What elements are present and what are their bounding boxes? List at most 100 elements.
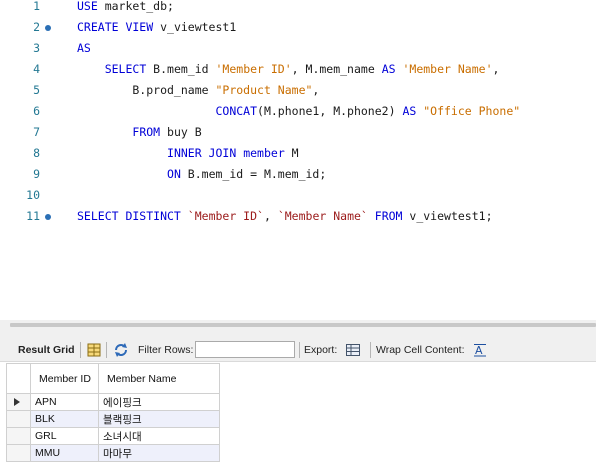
grid-view-icon[interactable] <box>86 342 102 358</box>
cell-member-id[interactable]: BLK <box>30 410 99 428</box>
table-row[interactable]: APN 에이핑크 <box>6 393 220 411</box>
code-token: SELECT <box>104 62 147 76</box>
row-selector[interactable] <box>6 410 31 428</box>
code-token: member <box>243 146 285 160</box>
code-line[interactable]: 4 SELECT B.mem_id 'Member ID', M.mem_nam… <box>0 59 596 80</box>
code-line[interactable]: 2 CREATE VIEW v_viewtest1 <box>0 17 596 38</box>
line-number: 11 <box>26 209 40 223</box>
code-token: , <box>492 62 500 76</box>
code-token: USE <box>77 0 98 13</box>
result-grid-tab[interactable]: Result Grid <box>18 338 75 362</box>
code-token: B.prod_name <box>77 83 216 97</box>
code-token: v_viewtest1; <box>402 209 493 223</box>
line-number: 10 <box>26 188 40 202</box>
cell-member-id[interactable]: GRL <box>30 427 99 445</box>
line-number: 4 <box>33 62 40 76</box>
result-toolbar: Result Grid Filter Rows: Export: Wrap Ce… <box>0 338 596 362</box>
cell-member-id[interactable]: MMU <box>30 444 99 462</box>
code-token: market_db; <box>97 0 174 13</box>
code-token: 'Member ID' <box>215 62 292 76</box>
horizontal-scrollbar[interactable] <box>10 323 596 327</box>
code-token: AS <box>381 62 396 76</box>
code-token: SELECT DISTINCT <box>77 209 181 223</box>
line-number: 1 <box>33 0 40 13</box>
code-line[interactable]: 7 FROM buy B <box>0 122 596 143</box>
code-line[interactable]: 1 USE market_db; <box>0 0 596 17</box>
table-row[interactable]: BLK 블랙핑크 <box>6 410 220 428</box>
line-number: 3 <box>33 41 40 55</box>
sql-editor[interactable]: 1 USE market_db; 2 CREATE VIEW v_viewtest1 3… <box>0 0 596 320</box>
svg-text:A: A <box>475 344 483 357</box>
cell-member-name[interactable]: 소녀시대 <box>98 427 220 445</box>
code-token: FROM <box>374 209 403 223</box>
code-line[interactable]: 6 CONCAT(M.phone1, M.phone2) AS "Office … <box>0 101 596 122</box>
code-line[interactable]: 3 AS <box>0 38 596 59</box>
row-selector[interactable] <box>6 393 31 411</box>
cell-member-name[interactable]: 마마무 <box>98 444 220 462</box>
wrap-icon[interactable]: A <box>472 342 488 358</box>
export-icon[interactable] <box>345 342 361 358</box>
cell-member-id[interactable]: APN <box>30 393 99 411</box>
code-token: FROM <box>132 125 161 139</box>
code-line[interactable]: 5 B.prod_name "Product Name", <box>0 80 596 101</box>
cell-member-name[interactable]: 에이핑크 <box>98 393 220 411</box>
statement-marker-icon <box>45 25 51 31</box>
row-selector-header[interactable] <box>6 363 31 394</box>
column-header-member-id[interactable]: Member ID <box>30 363 99 394</box>
statement-marker-icon <box>45 214 51 220</box>
code-token: , M.mem_name <box>291 62 382 76</box>
code-token: buy B <box>160 125 202 139</box>
code-token: B.mem_id <box>146 62 216 76</box>
code-token: AS <box>402 104 417 118</box>
code-text: B.prod_name "Product Name", <box>77 80 319 101</box>
line-number: 5 <box>33 83 40 97</box>
result-grid: Member ID Member Name APN 에이핑크 BLK 블랙핑크 <box>0 363 596 465</box>
row-selector[interactable] <box>6 444 31 462</box>
code-token: "Product Name" <box>215 83 313 97</box>
line-number: 7 <box>33 125 40 139</box>
code-token: INNER JOIN <box>167 146 237 160</box>
filter-rows-input[interactable] <box>195 341 295 358</box>
result-table: Member ID Member Name APN 에이핑크 BLK 블랙핑크 <box>6 363 220 462</box>
code-text: FROM buy B <box>77 122 202 143</box>
current-row-arrow-icon <box>14 398 20 406</box>
code-line[interactable]: 10 <box>0 185 596 206</box>
toolbar-separator <box>299 342 300 358</box>
code-line[interactable]: 8 INNER JOIN member M <box>0 143 596 164</box>
code-token: 'Member Name' <box>402 62 493 76</box>
code-token: v_viewtest1 <box>153 20 237 34</box>
code-token: ON <box>167 167 181 181</box>
table-row[interactable]: MMU 마마무 <box>6 444 220 462</box>
toolbar-separator <box>370 342 371 358</box>
code-text: ON B.mem_id = M.mem_id; <box>77 164 326 185</box>
code-token: `Member Name` <box>277 209 368 223</box>
code-text: SELECT DISTINCT `Member ID`, `Member Nam… <box>77 206 493 227</box>
code-text: CREATE VIEW v_viewtest1 <box>77 17 236 38</box>
code-token: M <box>284 146 299 160</box>
code-token: B.mem_id = M.mem_id; <box>180 167 327 181</box>
workbench-window: 1 USE market_db; 2 CREATE VIEW v_viewtest1 3… <box>0 0 596 465</box>
column-header-member-name[interactable]: Member Name <box>98 363 220 394</box>
code-text: CONCAT(M.phone1, M.phone2) AS "Office Ph… <box>77 101 520 122</box>
cell-member-name[interactable]: 블랙핑크 <box>98 410 220 428</box>
code-text: SELECT B.mem_id 'Member ID', M.mem_name … <box>77 59 500 80</box>
code-text: AS <box>77 38 91 59</box>
wrap-cell-content-label: Wrap Cell Content: <box>376 344 465 356</box>
code-line[interactable]: 11 SELECT DISTINCT `Member ID`, `Member N… <box>0 206 596 227</box>
code-token: (M.phone1, M.phone2) <box>257 104 403 118</box>
toolbar-separator <box>106 342 107 358</box>
panel-splitter[interactable] <box>0 320 596 338</box>
code-token: , <box>312 83 320 97</box>
filter-rows-label: Filter Rows: <box>138 344 194 356</box>
code-token: CONCAT <box>215 104 258 118</box>
row-selector[interactable] <box>6 427 31 445</box>
code-token: AS <box>77 41 91 55</box>
table-row[interactable]: GRL 소녀시대 <box>6 427 220 445</box>
code-line[interactable]: 9 ON B.mem_id = M.mem_id; <box>0 164 596 185</box>
code-text: USE market_db; <box>77 0 174 17</box>
refresh-icon[interactable] <box>113 342 129 358</box>
